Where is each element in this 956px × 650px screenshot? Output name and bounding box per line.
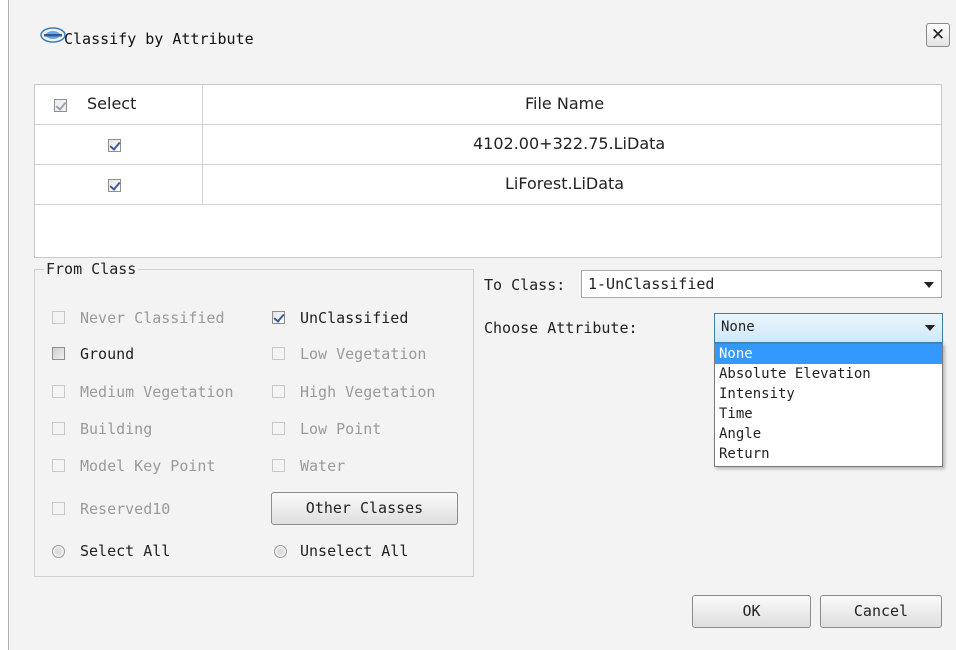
reserved10-checkbox[interactable] bbox=[52, 502, 65, 515]
unclassified-label: UnClassified bbox=[300, 309, 409, 327]
attribute-option-angle[interactable]: Angle bbox=[715, 424, 942, 444]
attribute-option-return[interactable]: Return bbox=[715, 444, 942, 464]
select-all-radio[interactable] bbox=[52, 545, 65, 558]
building-checkbox[interactable] bbox=[52, 422, 65, 435]
attribute-option-absolute-elevation[interactable]: Absolute Elevation bbox=[715, 364, 942, 384]
close-icon[interactable]: ✕ bbox=[926, 23, 950, 47]
water-label: Water bbox=[300, 457, 346, 475]
reserved10-label: Reserved10 bbox=[80, 500, 171, 518]
row-select-checkbox[interactable] bbox=[108, 139, 121, 152]
to-class-label: To Class: bbox=[484, 276, 566, 294]
high-vegetation-checkbox[interactable] bbox=[272, 385, 285, 398]
table-row[interactable]: LiForest.LiData bbox=[35, 165, 941, 205]
ground-checkbox[interactable] bbox=[52, 347, 65, 360]
building-label: Building bbox=[80, 420, 153, 438]
select-column-header[interactable]: Select bbox=[87, 94, 136, 113]
chevron-down-icon[interactable] bbox=[924, 282, 934, 288]
file-name-cell: LiForest.LiData bbox=[505, 174, 625, 193]
file-name-column-header[interactable]: File Name bbox=[525, 94, 604, 113]
from-class-title: From Class bbox=[44, 260, 139, 278]
attribute-option-intensity[interactable]: Intensity bbox=[715, 384, 942, 404]
ground-label: Ground bbox=[80, 345, 135, 363]
attribute-option-time[interactable]: Time bbox=[715, 404, 942, 424]
to-class-value: 1-UnClassified bbox=[588, 275, 715, 293]
file-name-cell: 4102.00+322.75.LiData bbox=[473, 134, 666, 153]
choose-attribute-value: None bbox=[721, 319, 755, 335]
table-row[interactable]: 4102.00+322.75.LiData bbox=[35, 125, 941, 165]
row-select-checkbox[interactable] bbox=[108, 179, 121, 192]
medium-vegetation-label: Medium Vegetation bbox=[80, 383, 234, 401]
select-all-header-checkbox[interactable] bbox=[54, 99, 67, 112]
model-key-point-label: Model Key Point bbox=[80, 457, 216, 475]
cancel-button[interactable]: Cancel bbox=[820, 595, 942, 628]
low-vegetation-label: Low Vegetation bbox=[300, 345, 427, 363]
high-vegetation-label: High Vegetation bbox=[300, 383, 436, 401]
attribute-option-none[interactable]: None bbox=[715, 344, 942, 364]
table-header: Select File Name bbox=[35, 85, 941, 125]
ok-button[interactable]: OK bbox=[692, 595, 811, 628]
low-vegetation-checkbox[interactable] bbox=[272, 347, 285, 360]
never-classified-checkbox[interactable] bbox=[52, 311, 65, 324]
lidar-logo-icon bbox=[40, 27, 66, 43]
file-table: Select File Name 4102.00+322.75.LiData L… bbox=[34, 84, 942, 258]
low-point-checkbox[interactable] bbox=[272, 422, 285, 435]
choose-attribute-label: Choose Attribute: bbox=[484, 319, 638, 337]
medium-vegetation-checkbox[interactable] bbox=[52, 385, 65, 398]
other-classes-button[interactable]: Other Classes bbox=[271, 492, 458, 525]
dialog-title: Classify by Attribute bbox=[64, 30, 254, 48]
unselect-all-radio[interactable] bbox=[274, 545, 287, 558]
unselect-all-label[interactable]: Unselect All bbox=[300, 542, 408, 560]
choose-attribute-combobox[interactable]: None bbox=[714, 313, 943, 343]
model-key-point-checkbox[interactable] bbox=[52, 459, 65, 472]
water-checkbox[interactable] bbox=[272, 459, 285, 472]
unclassified-checkbox[interactable] bbox=[272, 311, 285, 324]
low-point-label: Low Point bbox=[300, 420, 382, 438]
select-all-label[interactable]: Select All bbox=[80, 542, 170, 560]
to-class-combobox[interactable]: 1-UnClassified bbox=[581, 270, 942, 298]
never-classified-label: Never Classified bbox=[80, 309, 225, 327]
chevron-down-icon[interactable] bbox=[925, 325, 935, 331]
attribute-dropdown-list: None Absolute Elevation Intensity Time A… bbox=[714, 343, 943, 467]
